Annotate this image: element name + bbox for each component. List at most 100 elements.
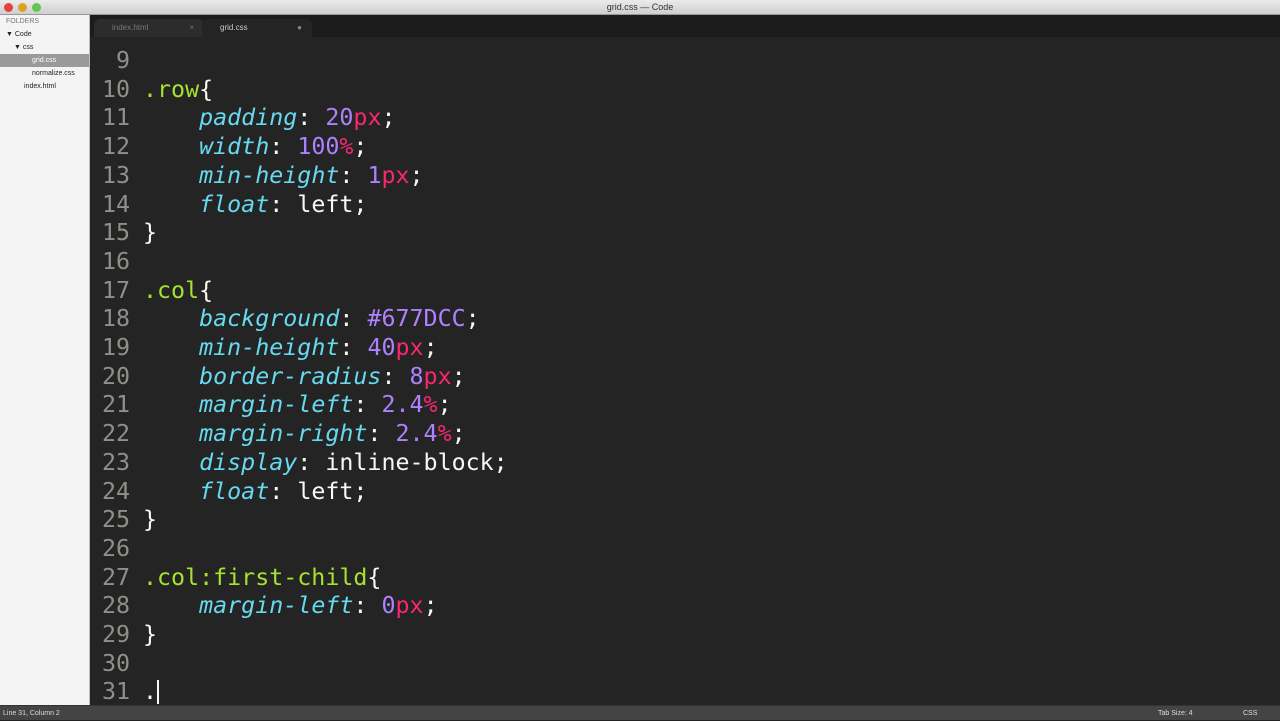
zoom-window-button[interactable] (32, 3, 41, 12)
code-line: 27 .col:first-child{ (90, 563, 382, 592)
line-number: 21 (101, 391, 130, 419)
token-num: 0 (381, 592, 396, 620)
minimize-window-button[interactable] (18, 3, 27, 12)
token-prop: min-height (199, 161, 340, 189)
token-num: 2.4 (395, 420, 438, 448)
token-colon: : (339, 334, 368, 361)
code-line: 24 float: left; (90, 477, 368, 506)
title-bar: grid.css — Code (0, 0, 1280, 15)
modified-dot-icon[interactable]: ● (297, 19, 302, 37)
token-unit: px (353, 104, 382, 132)
token-val (143, 448, 199, 477)
token-num: 100 (297, 133, 340, 161)
line-number: 16 (101, 247, 130, 275)
tab-index-html[interactable]: index.html × (94, 19, 204, 37)
token-val (143, 390, 199, 419)
line-number: 24 (101, 477, 130, 505)
code-line: 22 margin-right: 2.4%; (90, 419, 466, 448)
tab-grid-css[interactable]: grid.css ● (202, 19, 312, 37)
tab-label: grid.css (220, 23, 248, 32)
code-editor[interactable]: 9 10 .row{11 padding: 20 px; 12 width: 100%;… (90, 37, 1280, 705)
code-line: 20 border-radius: 8 px; (90, 362, 466, 391)
token-val: . (143, 678, 158, 705)
token-val (143, 103, 199, 132)
line-number: 18 (101, 305, 130, 333)
token-val (143, 477, 199, 506)
code-line: 19 min-height: 40 px; (90, 333, 438, 362)
token-val (143, 591, 199, 620)
sidebar-item[interactable]: ▼ css (0, 41, 89, 54)
line-number: 19 (101, 334, 130, 361)
token-punct: ; (451, 420, 466, 448)
token-unit: px (423, 362, 452, 390)
token-punct: ; (423, 334, 438, 361)
token-punct: ; (353, 477, 368, 505)
token-prop: width (199, 133, 270, 161)
token-val: left (297, 190, 354, 218)
token-colon: : (297, 104, 326, 132)
token-punct: ; (381, 104, 396, 132)
token-prop: border-radius (199, 362, 382, 390)
token-punct: ; (353, 190, 368, 218)
token-prop: min-height (199, 334, 340, 361)
code-line: 10 .row{ (90, 75, 213, 104)
line-number: 30 (101, 649, 130, 677)
token-val (143, 190, 199, 219)
code-line: 23 display: inline-block; (90, 448, 508, 477)
token-num: 1 (367, 161, 382, 189)
token-num: 20 (325, 104, 354, 132)
code-line: 14 float: left; (90, 190, 368, 219)
token-brace: } (143, 621, 158, 648)
line-number: 25 (101, 506, 130, 534)
token-sel: .row (143, 75, 200, 103)
token-val: inline-block (325, 448, 494, 476)
token-brace: { (367, 563, 382, 591)
token-sel: .col (143, 276, 200, 304)
token-val (143, 419, 199, 448)
token-colon: : (339, 305, 368, 333)
token-num: 40 (367, 334, 396, 361)
code-line: 18 background: #677DCC; (90, 304, 480, 333)
token-brace: { (199, 75, 214, 103)
token-sel: .col:first-child (143, 563, 368, 591)
token-punct: ; (423, 592, 438, 620)
cursor-position: Line 31, Column 2 (3, 710, 60, 717)
line-number: 26 (101, 534, 130, 562)
token-val (143, 132, 199, 161)
code-line: 31. (90, 677, 160, 705)
code-line: 9 (90, 46, 143, 75)
token-prop: margin-left (199, 391, 354, 419)
sidebar-item[interactable]: normalize.css (0, 67, 89, 80)
token-punct: ; (437, 391, 452, 419)
line-number: 27 (101, 563, 130, 591)
tab-size[interactable]: Tab Size: 4 (1158, 706, 1193, 721)
token-unit: px (395, 592, 424, 620)
sidebar-item[interactable]: index.html (0, 80, 89, 93)
token-num: #677DCC (367, 305, 466, 333)
syntax-mode[interactable]: CSS (1243, 706, 1257, 721)
code-line: 12 width: 100%; (90, 132, 368, 161)
token-prop: margin-left (199, 592, 354, 620)
token-val (143, 304, 199, 333)
sidebar-item[interactable]: ▼ Code (0, 28, 89, 41)
line-number: 29 (101, 621, 130, 648)
code-line: 11 padding: 20 px; (90, 103, 396, 132)
window-title: grid.css — Code (606, 2, 674, 12)
sidebar: FOLDERS ▼ Code ▼ css grid.css normalize.css… (0, 15, 90, 705)
line-number: 15 (101, 219, 130, 247)
token-colon: : (353, 391, 382, 419)
code-line: 17 .col{ (90, 276, 213, 305)
token-colon: : (269, 477, 298, 505)
close-window-button[interactable] (4, 3, 13, 12)
code-line: 29} (90, 620, 157, 649)
close-icon[interactable]: × (189, 19, 194, 37)
code-line: 15} (90, 218, 157, 247)
sidebar-item[interactable]: grid.css (0, 54, 89, 67)
token-val (143, 362, 199, 391)
line-number: 22 (101, 420, 130, 448)
code-line: 13 min-height: 1 px; (90, 161, 424, 190)
token-prop: background (199, 305, 340, 333)
tab-label: index.html (112, 23, 149, 32)
folders-header: FOLDERS (6, 18, 40, 25)
line-number: 28 (101, 592, 130, 620)
